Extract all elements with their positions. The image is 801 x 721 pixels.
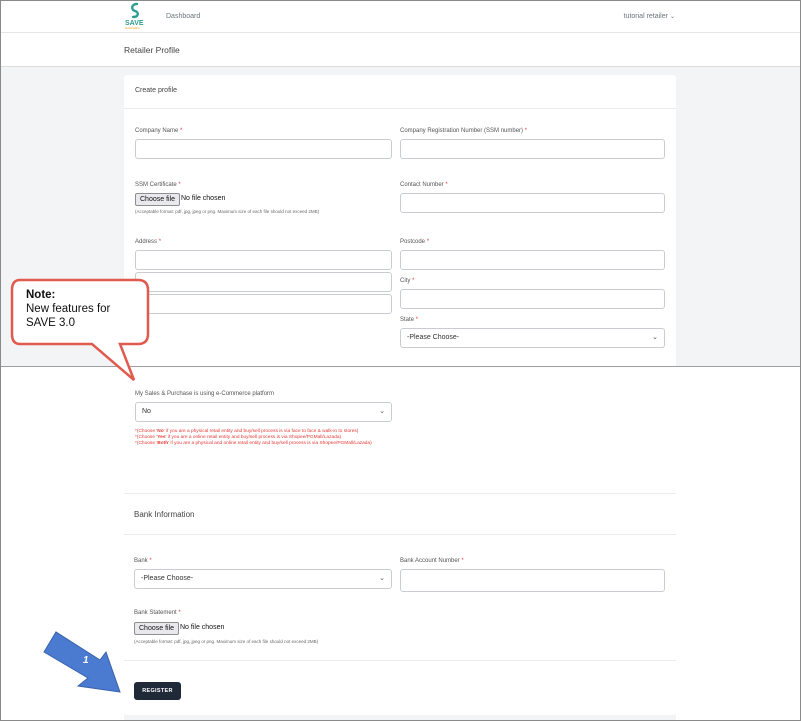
contact-number-input[interactable] (400, 193, 665, 213)
bank-label: Bank * (134, 558, 152, 564)
state-selected-value: -Please Choose- (407, 334, 460, 341)
card-header: Create profile (124, 75, 676, 109)
profile-form-card: Create profile Company Name * Company Re… (124, 75, 676, 715)
note-title: Note: (26, 289, 56, 301)
bank-statement-file-status: No file chosen (180, 624, 225, 631)
note-line-1: New features for (26, 303, 111, 315)
section-divider (124, 660, 676, 661)
ecommerce-selected-value: No (142, 408, 151, 415)
ecommerce-select[interactable]: No ⌄ (135, 402, 392, 422)
ecommerce-hints: *(Choose 'No' if you are a physical reta… (135, 429, 395, 447)
chevron-down-icon: ⌄ (379, 408, 385, 415)
nav-dashboard-link[interactable]: Dashboard (166, 13, 200, 20)
svg-text:SAVE: SAVE (125, 20, 144, 27)
bank-statement-file-hint: (Acceptable format: pdf, jpg, jpeg or pn… (134, 639, 319, 644)
user-name: tutorial retailer (623, 13, 668, 20)
note-line-2: SAVE 3.0 (26, 317, 76, 329)
address-line1-input[interactable] (135, 250, 392, 270)
bank-selected-value: -Please Choose- (141, 575, 194, 582)
state-select[interactable]: -Please Choose- ⌄ (400, 328, 665, 348)
postcode-label: Postcode * (400, 239, 430, 245)
ssm-choose-file-button[interactable]: Choose file (135, 193, 181, 206)
user-menu[interactable]: tutorial retailer ⌄ (624, 13, 675, 20)
registration-number-input[interactable] (400, 139, 665, 159)
note-callout-text: Note: New features for SAVE 3.0 (26, 288, 110, 330)
section-title-create-profile: Create profile (135, 87, 178, 94)
address-line3-input[interactable] (135, 294, 392, 314)
city-label: City * (400, 278, 415, 284)
bank-select[interactable]: -Please Choose- ⌄ (134, 569, 392, 589)
step-number: 1 (83, 655, 89, 666)
city-input[interactable] (400, 289, 665, 309)
save-logo[interactable]: SAVE Sustainability (124, 2, 146, 30)
page-title: Retailer Profile (124, 45, 180, 55)
postcode-input[interactable] (400, 250, 665, 270)
page-header: Retailer Profile (1, 33, 800, 67)
address-label: Address * (135, 239, 162, 245)
section-divider (124, 493, 676, 494)
bank-statement-choose-file-button[interactable]: Choose file (134, 622, 180, 635)
bank-account-input[interactable] (400, 569, 665, 592)
ssm-certificate-label: SSM Certificate * (135, 182, 181, 188)
ssm-file-status: No file chosen (181, 195, 226, 202)
bank-section-title: Bank Information (134, 510, 195, 519)
ecommerce-hint-both: *(Choose 'Both' if you are a physical an… (135, 441, 372, 446)
bank-statement-label: Bank Statement * (134, 610, 181, 616)
cut-margin-right (676, 367, 800, 720)
svg-text:Sustainability: Sustainability (125, 27, 140, 30)
contact-number-label: Contact Number * (400, 182, 448, 188)
registration-number-label: Company Registration Number (SSM number)… (400, 128, 528, 134)
top-navbar: SAVE Sustainability Dashboard tutorial r… (1, 0, 800, 33)
chevron-down-icon: ⌄ (379, 575, 385, 582)
state-label: State * (400, 317, 419, 323)
ecommerce-label: My Sales & Purchase is using e-Commerce … (135, 391, 275, 397)
chevron-down-icon: ⌄ (669, 14, 675, 20)
register-button[interactable]: REGISTER (134, 682, 181, 700)
company-name-label: Company Name * (135, 128, 183, 134)
section-divider (124, 534, 676, 535)
company-name-input[interactable] (135, 139, 392, 159)
bank-account-label: Bank Account Number * (400, 558, 464, 564)
address-line2-input[interactable] (135, 272, 392, 292)
ssm-file-hint: (Acceptable format: pdf, jpg, jpeg or pn… (135, 209, 320, 214)
chevron-down-icon: ⌄ (652, 334, 658, 341)
